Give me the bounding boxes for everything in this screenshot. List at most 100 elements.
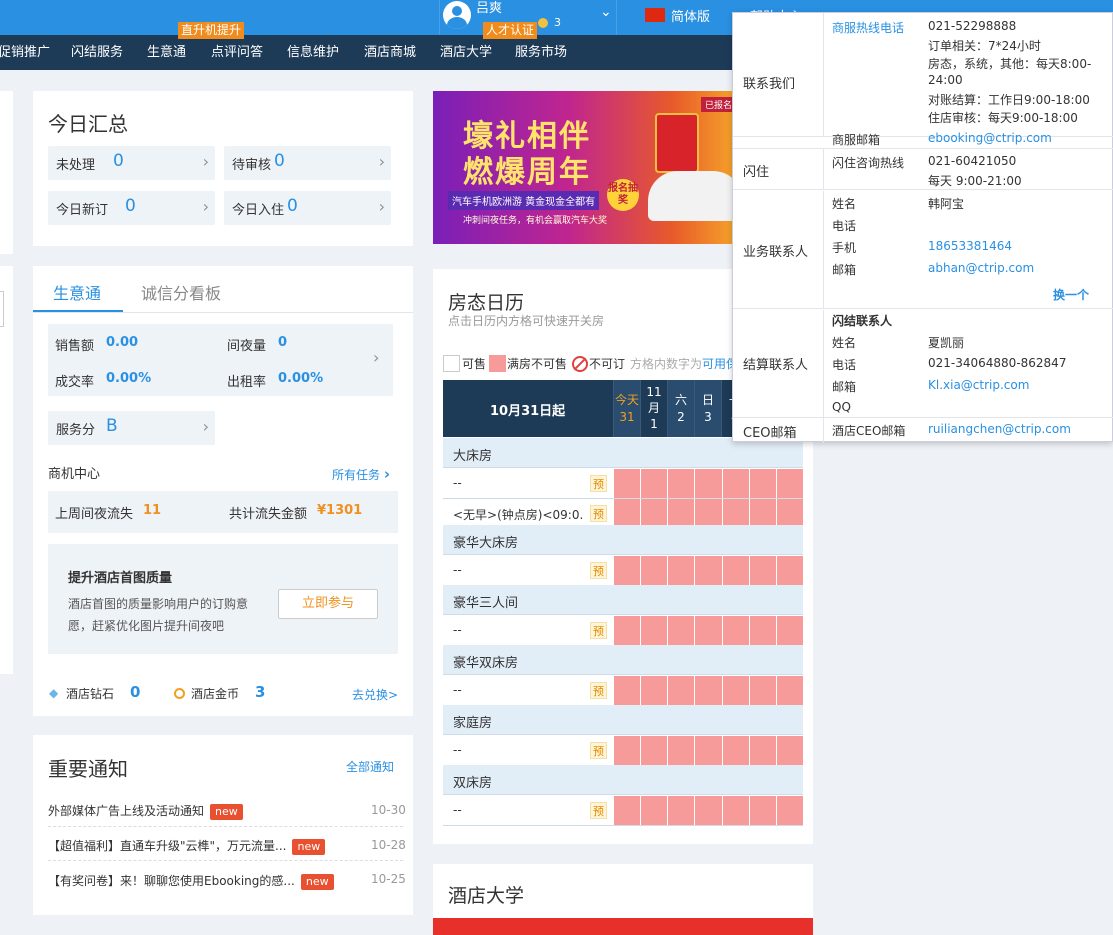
avatar [443, 1, 471, 29]
exchange-link[interactable]: 去兑换> [352, 686, 398, 703]
diamond-icon: ◆ [49, 686, 59, 700]
notice-item[interactable]: 【超值福利】直通车升级"云榫"，万元流量... new [48, 837, 326, 855]
availability-cells[interactable] [613, 556, 803, 585]
nav-item-promotion[interactable]: 促销推广 [0, 35, 50, 70]
contact-popup: 联系我们 商服热线电话 021-52298888 订单相关：7*24小时 房态，… [732, 12, 1113, 443]
car-icon [648, 171, 733, 221]
day-nov-1[interactable]: 11 月 1 [640, 380, 667, 437]
availability-cells[interactable] [613, 736, 803, 765]
notice-item[interactable]: 外部媒体广告上线及活动通知 new [48, 802, 243, 820]
chevron-right-icon: › [202, 197, 209, 216]
chevron-right-icon: › [202, 417, 209, 436]
nav-item-flash-settle[interactable]: 闪结服务 [71, 35, 123, 70]
coin-icon [538, 18, 548, 28]
availability-cells[interactable] [613, 469, 803, 498]
availability-cells[interactable] [613, 796, 803, 825]
nav-item-info[interactable]: 信息维护 [287, 35, 339, 70]
promo-banner[interactable]: 壕礼相伴 燃爆周年 汽车手机欧洲游 黄金现金全都有 冲刺间夜任务，有机会赢取汽车… [433, 91, 733, 244]
notices-title: 重要通知 [48, 757, 128, 781]
chevron-right-icon: › [373, 348, 380, 367]
prepay-badge: 预 [590, 622, 607, 639]
prepay-badge: 预 [590, 562, 607, 579]
switch-contact-button[interactable]: 换一个 [1053, 286, 1089, 303]
red-envelope-icon [655, 113, 699, 173]
prepay-badge: 预 [590, 505, 607, 522]
rate-plan-row[interactable]: -- 预 [443, 676, 803, 706]
calendar-title: 房态日历 [448, 292, 525, 314]
lost-nights-row: 上周间夜流失 11 共计流失金额 ¥1301 [48, 491, 398, 533]
university-banner[interactable] [433, 918, 813, 935]
gold-coin-icon [174, 688, 185, 699]
prepay-badge: 预 [590, 475, 607, 492]
left-panel-bottom [0, 266, 13, 674]
promo-box: 提升酒店首图质量 酒店首图的质量影响用户的订购意 愿，赶紧优化图片提升间夜吧 立… [48, 544, 398, 654]
new-badge: new [210, 804, 243, 820]
availability-cells[interactable] [613, 616, 803, 645]
nav-tag-talent: 人才认证 [483, 22, 538, 39]
prepay-badge: 预 [590, 802, 607, 819]
prepay-badge: 预 [590, 682, 607, 699]
availability-cells[interactable] [613, 676, 803, 705]
chevron-right-icon: › [202, 152, 209, 171]
today-summary-card: 今日汇总 未处理 0 › 待审核 0 › 今日新订 0 › 今日入住 0 › [33, 91, 413, 246]
rate-plan-row[interactable]: -- 预 [443, 736, 803, 766]
nav-item-business[interactable]: 生意通 [147, 35, 186, 70]
day-today[interactable]: 今天 31 [613, 380, 640, 437]
tab-business[interactable]: 生意通 [53, 280, 101, 304]
university-title: 酒店大学 [448, 885, 525, 907]
room-type-row: 豪华双床房 [443, 645, 803, 675]
business-card: 生意通 诚信分看板 销售额 0.00 间夜量 0 成交率 0.00% 出租率 0… [33, 266, 413, 716]
business-stats[interactable]: 销售额 0.00 间夜量 0 成交率 0.00% 出租率 0.00% › [48, 324, 393, 396]
rate-plan-row[interactable]: -- 预 [443, 616, 803, 646]
rate-plan-row[interactable]: -- 预 [443, 556, 803, 586]
room-type-row: 家庭房 [443, 705, 803, 735]
chevron-down-icon: ⌄ [600, 4, 612, 20]
china-flag-icon [645, 8, 665, 22]
service-email-link[interactable]: ebooking@ctrip.com [928, 131, 1052, 145]
all-notices-link[interactable]: 全部通知 [346, 758, 394, 775]
availability-cells[interactable] [613, 499, 803, 528]
new-badge: new [300, 874, 334, 890]
rate-plan-row[interactable]: -- 预 [443, 469, 803, 499]
summary-title: 今日汇总 [48, 112, 128, 136]
service-score[interactable]: 服务分 B › [48, 411, 215, 445]
nav-tag-boost: 直升机提升 [178, 22, 245, 39]
nav-item-reviews[interactable]: 点评问答 [211, 35, 263, 70]
rate-plan-row[interactable]: -- 预 [443, 796, 803, 826]
tab-integrity[interactable]: 诚信分看板 [141, 280, 221, 304]
notice-item[interactable]: 【有奖问卷】来！聊聊您使用Ebooking的感... new [48, 872, 334, 890]
chevron-right-icon: › [383, 465, 391, 483]
summary-checkin[interactable]: 今日入住 0 › [224, 191, 391, 225]
settle-contact-email-link[interactable]: Kl.xia@ctrip.com [928, 378, 1029, 392]
day-nov-3[interactable]: 日3 [694, 380, 721, 437]
legend-full-swatch [489, 355, 506, 372]
opportunity-title: 商机中心 [48, 467, 101, 482]
room-type-row: 豪华三人间 [443, 585, 803, 615]
forbidden-icon [572, 356, 588, 372]
nav-item-mall[interactable]: 酒店商城 [364, 35, 416, 70]
prepay-badge: 预 [590, 742, 607, 759]
language-label: 简体版 [671, 10, 711, 25]
new-badge: new [292, 839, 326, 855]
summary-unprocessed[interactable]: 未处理 0 › [48, 146, 215, 180]
nav-item-market[interactable]: 服务市场 [515, 35, 567, 70]
nav-item-university[interactable]: 酒店大学 [440, 35, 492, 70]
room-type-row: 双床房 [443, 765, 803, 795]
ceo-email-link[interactable]: ruiliangchen@ctrip.com [928, 422, 1071, 436]
chevron-right-icon: › [378, 197, 385, 216]
legend-available-swatch [443, 355, 460, 372]
username: 吕爽 [476, 1, 503, 16]
calendar-subtitle: 点击日历内方格可快速开关房 [448, 314, 605, 328]
chevron-right-icon: › [378, 152, 385, 171]
left-panel-top [0, 91, 13, 254]
summary-new-orders[interactable]: 今日新订 0 › [48, 191, 215, 225]
banner-badge: 报名抽奖 [607, 179, 639, 211]
biz-contact-email-link[interactable]: abhan@ctrip.com [928, 261, 1034, 275]
room-type-row: 豪华大床房 [443, 525, 803, 555]
coin-count: 3 [554, 16, 561, 29]
day-nov-2[interactable]: 六2 [667, 380, 694, 437]
join-now-button[interactable]: 立即参与 [278, 589, 378, 619]
calendar-start-date: 10月31日起 [490, 404, 566, 419]
all-tasks-link[interactable]: 所有任务 › [332, 465, 390, 483]
summary-pending[interactable]: 待审核 0 › [224, 146, 391, 180]
